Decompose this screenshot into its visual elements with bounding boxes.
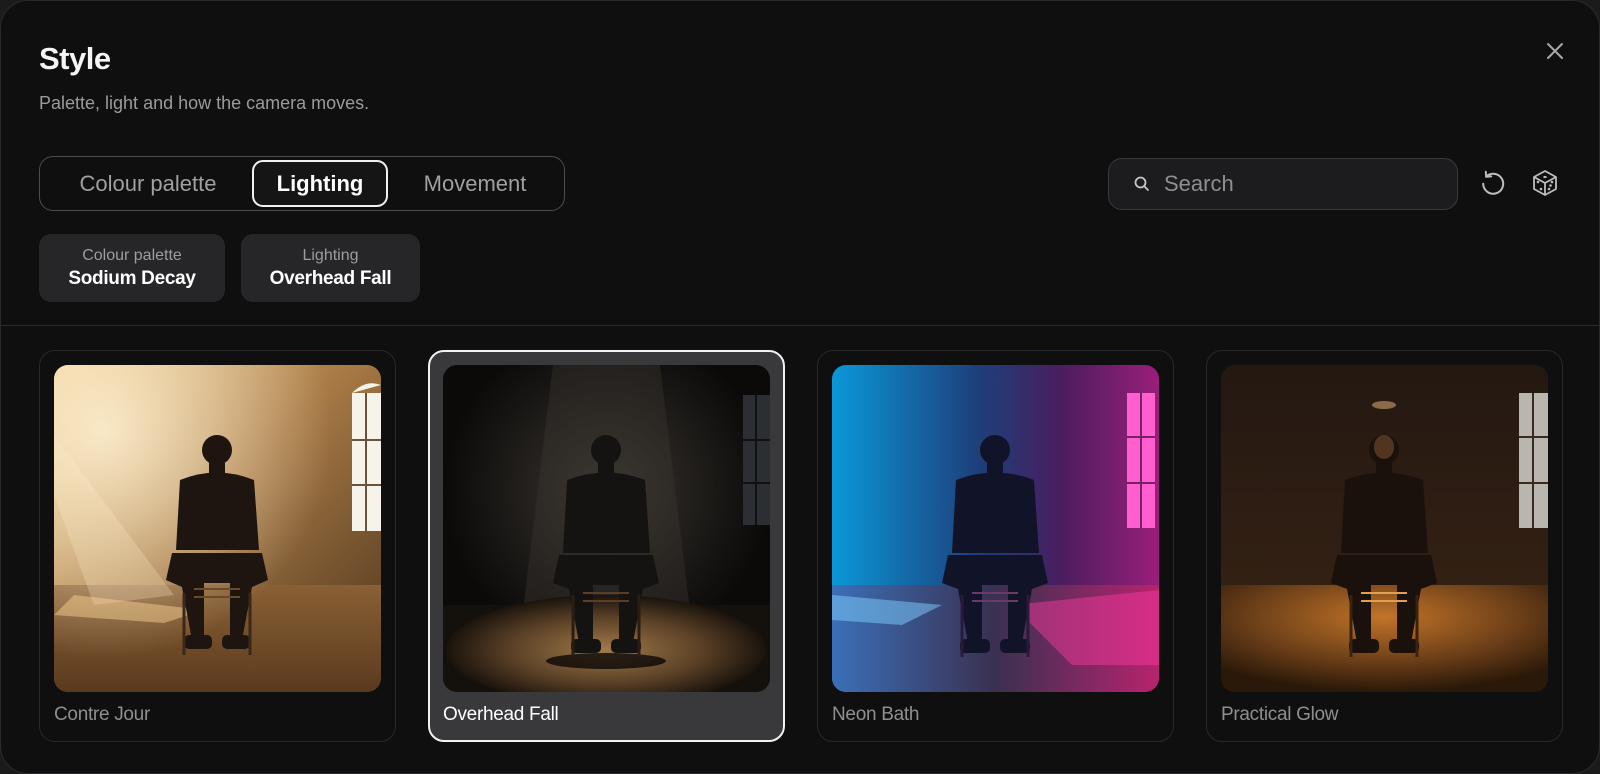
section-divider — [1, 325, 1599, 326]
dialog-subtitle: Palette, light and how the camera moves. — [39, 93, 370, 113]
dice-icon[interactable] — [1530, 168, 1560, 198]
tab-lighting[interactable]: Lighting — [252, 160, 388, 207]
style-preview-image — [443, 365, 770, 692]
style-card-neon-bath[interactable]: Neon Bath — [817, 350, 1174, 742]
style-dialog: Style Palette, light and how the camera … — [0, 0, 1600, 774]
selected-lighting-chip[interactable]: Lighting Overhead Fall — [241, 234, 420, 302]
search-input[interactable] — [1164, 167, 1444, 201]
search-icon — [1133, 175, 1151, 193]
style-card-label: Practical Glow — [1221, 704, 1339, 725]
style-card-label: Neon Bath — [832, 704, 920, 725]
reset-icon[interactable] — [1478, 168, 1508, 198]
style-card-overhead-fall[interactable]: Overhead Fall — [428, 350, 785, 742]
style-card-label: Contre Jour — [54, 704, 150, 725]
chip-value: Sodium Decay — [68, 267, 196, 289]
style-card-label: Overhead Fall — [443, 704, 559, 725]
style-preview-image — [832, 365, 1159, 692]
style-preview-image — [1221, 365, 1548, 692]
style-card-contre-jour[interactable]: Contre Jour — [39, 350, 396, 742]
style-card-practical-glow[interactable]: Practical Glow — [1206, 350, 1563, 742]
tab-movement[interactable]: Movement — [390, 160, 560, 207]
style-preview-image — [54, 365, 381, 692]
chip-label: Lighting — [302, 246, 359, 264]
close-icon[interactable] — [1541, 37, 1569, 65]
chip-value: Overhead Fall — [269, 267, 392, 289]
selected-colour-palette-chip[interactable]: Colour palette Sodium Decay — [39, 234, 225, 302]
tab-colour-palette[interactable]: Colour palette — [46, 160, 250, 207]
search-box — [1108, 158, 1458, 210]
style-tabs: Colour palette Lighting Movement — [39, 156, 565, 211]
dialog-title: Style — [39, 41, 111, 76]
chip-label: Colour palette — [82, 246, 182, 264]
